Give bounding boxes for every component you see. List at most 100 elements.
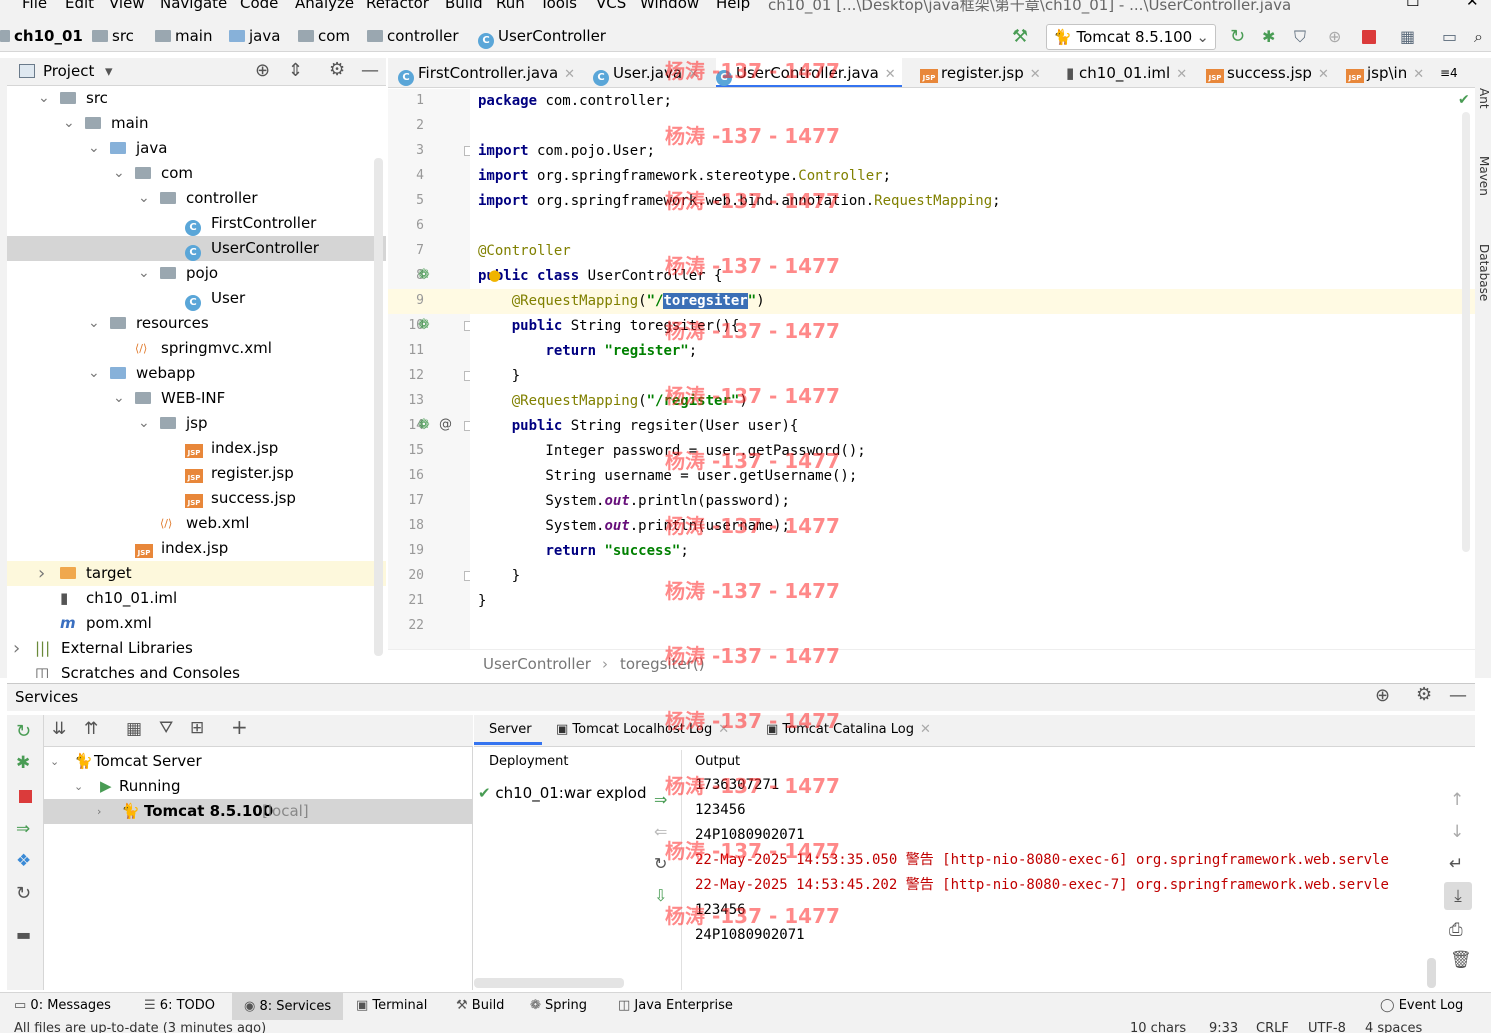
- tree-item[interactable]: ⌄ main: [7, 111, 386, 136]
- bottom-tab[interactable]: ▭ 0: Messages: [14, 998, 111, 1013]
- editor-breadcrumb-method[interactable]: toregsiter(): [620, 655, 705, 673]
- chevron-right-icon[interactable]: ›: [38, 561, 48, 584]
- tree-item[interactable]: JSP success.jsp: [7, 486, 386, 511]
- tree-item[interactable]: C UserController: [7, 236, 386, 261]
- new-tab-icon[interactable]: ⊞: [190, 718, 204, 738]
- tree-item[interactable]: ⌄ pojo: [7, 261, 386, 286]
- tree-item[interactable]: JSP register.jsp: [7, 461, 386, 486]
- tree-item[interactable]: ⌄ resources: [7, 311, 386, 336]
- menu-code[interactable]: Code: [240, 0, 278, 12]
- soft-wrap-icon[interactable]: ↵: [1449, 854, 1463, 874]
- build-hammer-icon[interactable]: ⚒: [1012, 28, 1030, 46]
- clear-icon[interactable]: 🗑: [1450, 950, 1472, 970]
- project-panel-title[interactable]: Project: [43, 62, 94, 80]
- chevron-down-icon[interactable]: ⌄: [113, 386, 125, 406]
- bottom-tab[interactable]: ▣ Terminal: [356, 998, 427, 1013]
- menu-tools[interactable]: Tools: [540, 0, 577, 12]
- chevron-down-icon[interactable]: ⌄: [38, 86, 50, 106]
- gear-icon[interactable]: ⚙: [1416, 684, 1432, 705]
- print-icon[interactable]: ⎙: [1449, 920, 1463, 940]
- bottom-tab[interactable]: ⚒ Build: [456, 998, 504, 1013]
- web-mapping-icon[interactable]: @: [439, 417, 452, 432]
- bottom-tab[interactable]: ❁ Spring: [530, 998, 587, 1013]
- breadcrumb-project[interactable]: ch10_01: [0, 27, 83, 45]
- menu-run[interactable]: Run: [496, 0, 525, 12]
- presentation-icon[interactable]: ▭: [1442, 28, 1460, 46]
- menu-build[interactable]: Build: [445, 0, 483, 12]
- tree-item[interactable]: JSP index.jsp: [7, 536, 386, 561]
- close-icon[interactable]: ✕: [1030, 67, 1041, 82]
- tree-item[interactable]: ⌄ java: [7, 136, 386, 161]
- close-icon[interactable]: ✕: [1318, 67, 1329, 82]
- service-tomcat-server[interactable]: ⌄ 🐈 Tomcat Server: [44, 749, 473, 774]
- close-icon[interactable]: ✕: [885, 67, 896, 82]
- tree-item[interactable]: ⌄ webapp: [7, 361, 386, 386]
- layout-icon[interactable]: ▬: [16, 925, 31, 944]
- chevron-right-icon[interactable]: ›: [13, 636, 23, 659]
- editor-scrollbar[interactable]: [1462, 112, 1470, 552]
- close-icon[interactable]: ✕: [718, 722, 729, 737]
- close-icon[interactable]: ✕: [688, 67, 699, 82]
- breadcrumb-src[interactable]: src: [92, 27, 134, 45]
- menu-view[interactable]: View: [109, 0, 145, 12]
- tree-item[interactable]: › ||| External Libraries: [7, 636, 386, 661]
- status-indent[interactable]: 4 spaces: [1365, 1021, 1422, 1033]
- spring-bean-icon[interactable]: ❁: [418, 317, 430, 333]
- bottom-tab[interactable]: ◫ Java Enterprise: [618, 998, 733, 1013]
- deploy-icon[interactable]: ⇒: [16, 819, 30, 839]
- menu-refactor[interactable]: Refactor: [366, 0, 429, 12]
- rerun-icon[interactable]: ↻: [16, 721, 31, 742]
- chevron-down-icon[interactable]: ⌄: [88, 361, 100, 381]
- editor-tab[interactable]: C UserController.java ✕: [716, 58, 902, 87]
- scroll-down-icon[interactable]: ↓: [1450, 822, 1464, 842]
- lightbulb-icon[interactable]: ●: [488, 266, 501, 284]
- maven-tool-button[interactable]: Maven: [1477, 156, 1491, 196]
- close-icon[interactable]: ✕: [564, 67, 575, 82]
- open-browser-icon[interactable]: ⇩: [654, 886, 667, 905]
- status-encoding[interactable]: UTF-8: [1308, 1021, 1346, 1033]
- deploy-arrow-icon[interactable]: ⇒: [654, 790, 667, 809]
- service-tomcat-instance[interactable]: › 🐈 Tomcat 8.5.100 [local]: [44, 799, 473, 824]
- breadcrumb-usercontroller[interactable]: C UserController: [478, 27, 606, 49]
- tree-item[interactable]: › target: [7, 561, 386, 586]
- tree-scrollbar[interactable]: [374, 158, 383, 656]
- deployment-item[interactable]: ✔ ch10_01:war explod: [478, 784, 646, 802]
- debug-icon[interactable]: ✱: [16, 753, 30, 773]
- menu-window[interactable]: Window: [640, 0, 699, 12]
- undeploy-arrow-icon[interactable]: ⇐: [654, 822, 667, 841]
- menu-vcs[interactable]: VCS: [596, 0, 626, 12]
- tree-item[interactable]: JSP index.jsp: [7, 436, 386, 461]
- code-editor[interactable]: package com.controller; import com.pojo.U…: [470, 89, 1475, 649]
- editor-tab[interactable]: ▮ ch10_01.iml ✕: [1066, 58, 1187, 87]
- menu-file[interactable]: File: [22, 0, 47, 12]
- refresh-icon[interactable]: ↻: [654, 854, 667, 873]
- chevron-down-icon[interactable]: ⌄: [138, 411, 150, 431]
- group-by-icon[interactable]: ▦: [126, 719, 142, 739]
- collapse-all-icon[interactable]: ⇕: [288, 60, 303, 81]
- close-icon[interactable]: ✕: [1176, 67, 1187, 82]
- tree-item[interactable]: ⌄ WEB-INF: [7, 386, 386, 411]
- locate-icon[interactable]: ⊕: [255, 60, 270, 81]
- ant-tool-button[interactable]: Ant: [1477, 88, 1491, 109]
- collapse-all-icon[interactable]: ⇈: [84, 719, 98, 739]
- close-icon[interactable]: ✕: [1413, 67, 1424, 82]
- project-structure-icon[interactable]: ▦: [1400, 28, 1418, 46]
- service-running[interactable]: ⌄ ▶ Running: [44, 774, 473, 799]
- tree-item[interactable]: ⌄ src: [7, 86, 386, 111]
- menu-edit[interactable]: Edit: [65, 0, 94, 12]
- run-config-select[interactable]: 🐈 Tomcat 8.5.100 ⌄: [1046, 24, 1216, 50]
- breadcrumb-java[interactable]: java: [229, 27, 280, 45]
- tree-item[interactable]: ⟨/⟩ web.xml: [7, 511, 386, 536]
- tab-localhost-log[interactable]: ▣ Tomcat Localhost Log ✕: [556, 715, 729, 745]
- chevron-down-icon[interactable]: ⌄: [138, 186, 150, 206]
- menu-analyze[interactable]: Analyze: [295, 0, 354, 12]
- bottom-tab[interactable]: ◉ 8: Services: [232, 993, 344, 1020]
- tree-item[interactable]: ⌄ com: [7, 161, 386, 186]
- minimize-icon[interactable]: —: [361, 60, 379, 81]
- editor-tab[interactable]: JSP jsp\in ✕: [1346, 58, 1424, 87]
- profile-icon[interactable]: ⊕: [1328, 28, 1346, 46]
- close-icon[interactable]: ✕: [920, 722, 931, 737]
- stop-icon[interactable]: [19, 790, 32, 803]
- status-line-separator[interactable]: CRLF: [1256, 1021, 1289, 1033]
- chevron-down-icon[interactable]: ⌄: [113, 161, 125, 181]
